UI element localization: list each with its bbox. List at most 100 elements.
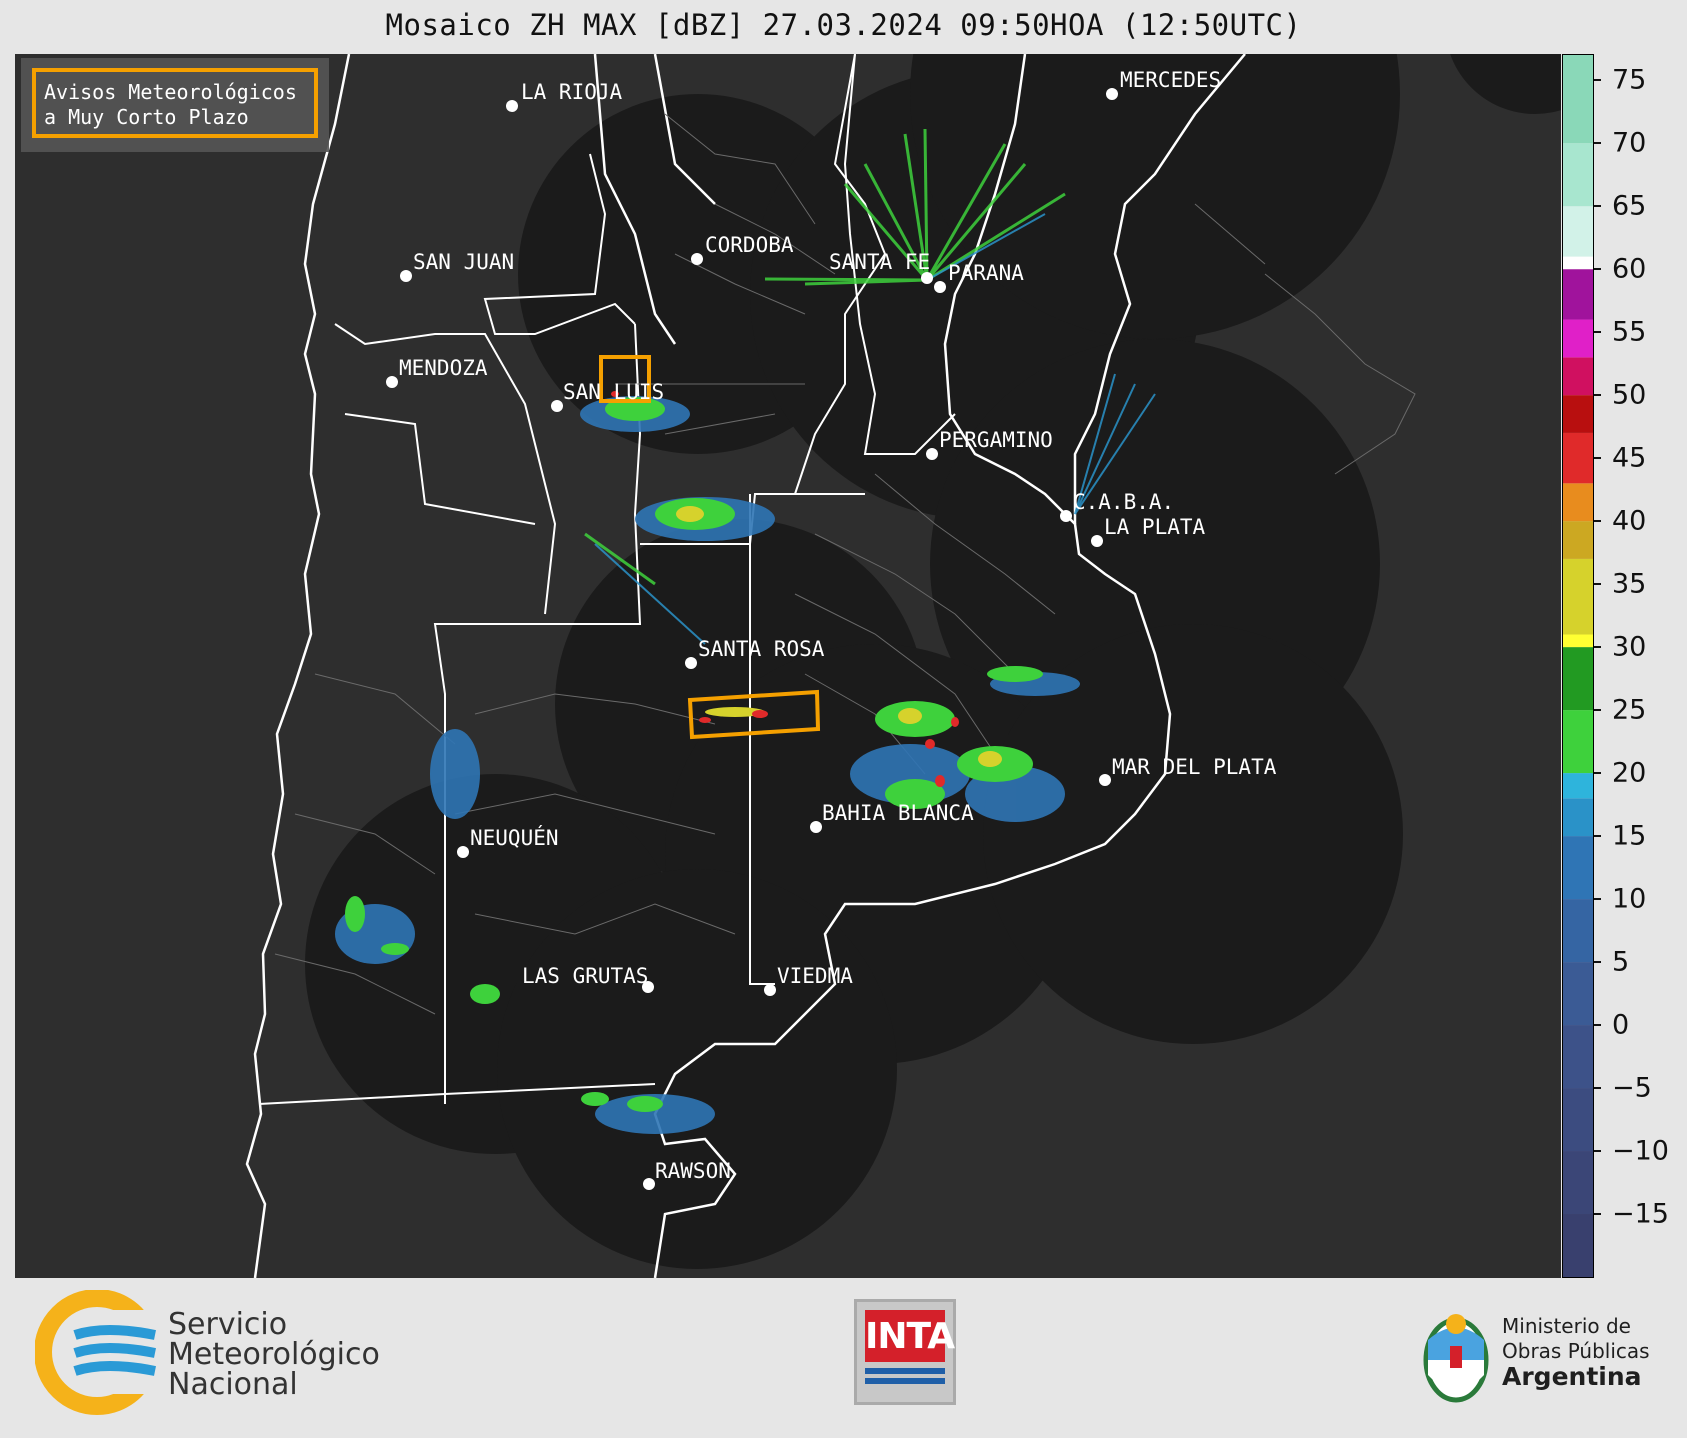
city-label-viedma: VIEDMA [777, 964, 853, 988]
city-dot-mercedes [1106, 88, 1118, 100]
colorbar-tick-label: −5 [1612, 1072, 1652, 1104]
colorbar-band-12 [1563, 558, 1593, 635]
colorbar-tick-label: 20 [1612, 757, 1647, 789]
colorbar-tick-label: −10 [1612, 1135, 1669, 1167]
colorbar-tick-label: 50 [1612, 379, 1647, 411]
colorbar-band-21 [1563, 206, 1593, 257]
ministry-line1: Ministerio de [1502, 1314, 1631, 1338]
colorbar-band-3 [1563, 1025, 1593, 1089]
colorbar-band-16 [1563, 395, 1593, 433]
city-dot-neuquen [457, 846, 469, 858]
footer: Servicio Meteorológico Nacional INTA Min… [0, 1280, 1687, 1438]
city-label-parana: PARANA [948, 261, 1024, 285]
colorbar-tick-mark [1594, 1087, 1601, 1090]
city-label-san-luis: SAN LUIS [563, 380, 664, 404]
colorbar-tick-mark [1594, 583, 1601, 586]
colorbar-tick-label: 10 [1612, 883, 1647, 915]
city-label-bahia-blanca: BAHIA BLANCA [822, 801, 974, 825]
colorbar-tick-label: 35 [1612, 568, 1647, 600]
colorbar-band-7 [1563, 798, 1593, 837]
colorbar-tick-label: 75 [1612, 64, 1647, 96]
colorbar-tick-mark [1594, 1213, 1601, 1215]
city-label-mar-del-plata: MAR DEL PLATA [1112, 755, 1277, 779]
colorbar-tick-mark [1594, 457, 1601, 460]
city-label-santa-fe: SANTA FE [829, 250, 930, 274]
city-label-mercedes: MERCEDES [1120, 68, 1221, 92]
colorbar-tick-label: 70 [1612, 127, 1647, 159]
city-label-cordoba: CORDOBA [705, 233, 794, 257]
smn-line1: Servicio [168, 1307, 288, 1342]
smn-line3: Nacional [168, 1367, 298, 1402]
city-label-caba: C.A.B.A. [1073, 490, 1174, 514]
city-dot-parana [934, 281, 946, 293]
colorbar-band-10 [1563, 647, 1593, 711]
ministry-line2: Obras Públicas [1502, 1339, 1650, 1363]
colorbar-tick-label: −15 [1612, 1198, 1669, 1230]
colorbar-band-4 [1563, 962, 1593, 1026]
colorbar-tick-label: 5 [1612, 946, 1630, 978]
colorbar-tick-label: 40 [1612, 505, 1647, 537]
alert-legend-line1: Avisos Meteorológicos [44, 80, 297, 104]
inta-logo: INTA [854, 1299, 956, 1405]
city-dot-pergamino [926, 448, 938, 460]
colorbar-tick-label: 55 [1612, 316, 1647, 348]
colorbar-band-11 [1563, 634, 1593, 648]
city-dot-mar-del-plata [1099, 774, 1111, 786]
colorbar-tick-mark [1594, 1150, 1601, 1153]
colorbar-tick-mark [1594, 709, 1601, 712]
colorbar-tick-label: 65 [1612, 190, 1647, 222]
colorbar-tick-label: 30 [1612, 631, 1647, 663]
inta-word: INTA [865, 1310, 955, 1362]
colorbar-tick-mark [1594, 835, 1601, 838]
colorbar-band-23 [1563, 55, 1593, 144]
colorbar-band-1 [1563, 1151, 1593, 1215]
smn-logo-icon [35, 1290, 165, 1415]
ministry-line3: Argentina [1502, 1362, 1642, 1391]
city-label-las-grutas: LAS GRUTAS [522, 964, 648, 988]
colorbar-tick-mark [1594, 646, 1601, 649]
city-label-mendoza: MENDOZA [399, 356, 488, 380]
city-dot-mendoza [386, 376, 398, 388]
colorbar-tick-label: 60 [1612, 253, 1647, 285]
colorbar-band-18 [1563, 319, 1593, 358]
city-dot-bahia-blanca [810, 821, 822, 833]
city-dot-san-juan [400, 270, 412, 282]
colorbar-bands [1563, 55, 1593, 1277]
colorbar-band-17 [1563, 357, 1593, 396]
colorbar-band-13 [1563, 521, 1593, 559]
city-dot-la-plata [1091, 535, 1103, 547]
colorbar-tick-mark [1594, 961, 1601, 964]
ministry-name: Ministerio de Obras Públicas Argentina [1502, 1314, 1650, 1389]
map-canvas: Avisos Meteorológicos a Muy Corto Plazo … [15, 54, 1561, 1278]
smn-name: Servicio Meteorológico Nacional [168, 1310, 380, 1400]
colorbar-tick-label: 25 [1612, 694, 1647, 726]
colorbar-band-20 [1563, 256, 1593, 270]
argentina-shield-icon [1423, 1314, 1489, 1403]
smn-line2: Meteorológico [168, 1337, 380, 1372]
colorbar-tick-label: 15 [1612, 820, 1647, 852]
colorbar-band-14 [1563, 483, 1593, 522]
radar-map[interactable]: Avisos Meteorológicos a Muy Corto Plazo … [15, 54, 1561, 1278]
alert-legend: Avisos Meteorológicos a Muy Corto Plazo [21, 58, 329, 152]
colorbar-tick-mark [1594, 898, 1601, 901]
city-dot-la-rioja [506, 100, 518, 112]
city-dot-caba [1060, 510, 1072, 522]
colorbar-tick-mark [1594, 142, 1601, 145]
colorbar-tick-mark [1594, 1024, 1601, 1027]
colorbar-tick-mark [1594, 79, 1601, 82]
city-dot-viedma [764, 984, 776, 996]
colorbar-band-5 [1563, 899, 1593, 963]
colorbar-band-15 [1563, 432, 1593, 484]
colorbar-band-9 [1563, 710, 1593, 774]
city-label-neuquen: NEUQUÉN [470, 825, 559, 850]
colorbar-tick-mark [1594, 394, 1601, 397]
alert-legend-line2: a Muy Corto Plazo [44, 105, 249, 129]
radar-disc-las-grutas [497, 869, 897, 1269]
city-label-pergamino: PERGAMINO [939, 428, 1053, 452]
city-dot-santa-rosa [685, 657, 697, 669]
colorbar-tick-mark [1594, 268, 1601, 271]
city-label-san-juan: SAN JUAN [413, 250, 514, 274]
colorbar-band-6 [1563, 836, 1593, 900]
colorbar-tick-label: 0 [1612, 1009, 1630, 1041]
colorbar-band-8 [1563, 773, 1593, 799]
